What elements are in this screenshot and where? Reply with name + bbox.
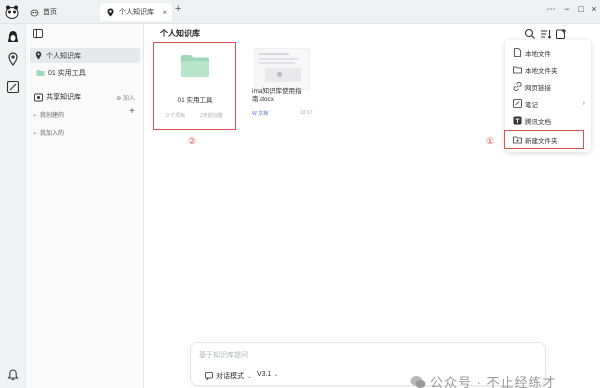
- marker-1: ①: [486, 136, 495, 146]
- sort-icon[interactable]: [540, 28, 552, 40]
- menu-item-label: 笔记: [525, 101, 538, 109]
- menu-item-local-folder[interactable]: 本地文件夹: [505, 62, 591, 77]
- chat-mode-select[interactable]: 对话模式 ⌄: [205, 371, 252, 381]
- my-created-group[interactable]: ⌄ 我创建的: [32, 110, 64, 119]
- model-version-select[interactable]: V3.1 ⌄: [257, 371, 278, 378]
- more-icon[interactable]: ⋯: [544, 4, 558, 15]
- close-tab-icon[interactable]: ×: [162, 8, 167, 17]
- menu-item-note[interactable]: 笔记 ›: [505, 96, 591, 111]
- sidebar-item-label: 01 实用工具: [48, 69, 86, 77]
- model-version-label: V3.1: [257, 371, 272, 378]
- menu-item-local-file[interactable]: 本地文件: [505, 45, 591, 60]
- close-window-icon[interactable]: ×: [587, 4, 600, 14]
- left-rail: [0, 24, 26, 388]
- knowledge-pin-icon[interactable]: [6, 52, 20, 66]
- chevron-down-icon: ⌄: [32, 130, 38, 136]
- search-icon[interactable]: [524, 28, 536, 40]
- title-bar: 首页 个人知识库 × + ⋯ − □ ×: [0, 0, 600, 24]
- new-tab-icon[interactable]: +: [175, 3, 181, 15]
- chevron-down-icon: ⌄: [247, 373, 253, 380]
- add-kb-button[interactable]: +: [129, 106, 135, 117]
- folder-icon: [36, 68, 45, 77]
- menu-item-label: 腾讯文档: [525, 118, 551, 126]
- marker-2: ②: [188, 136, 197, 146]
- minimize-icon[interactable]: −: [560, 4, 574, 14]
- watermark-text: 公众号 · 不止经练才: [430, 375, 557, 388]
- wechat-icon: [410, 375, 426, 388]
- my-joined-label: 我加入的: [40, 131, 65, 137]
- menu-item-tencent-doc[interactable]: 腾讯文档: [505, 113, 591, 128]
- shared-kb-label: 共享知识库: [46, 94, 81, 101]
- chevron-down-icon: ⌄: [32, 112, 38, 118]
- sidebar-item-personal-kb[interactable]: 个人知识库: [30, 48, 140, 63]
- my-created-label: 我创建的: [40, 113, 65, 119]
- chat-mode-label: 对话模式: [216, 373, 244, 380]
- watermark: 公众号 · 不止经练才: [410, 372, 557, 388]
- sidebar-toggle-icon[interactable]: [33, 29, 43, 38]
- chevron-right-icon: ›: [582, 100, 585, 107]
- shared-kb-icon: [34, 93, 43, 101]
- note-icon: [513, 99, 522, 108]
- folder-outline-icon: [513, 65, 522, 74]
- my-joined-group[interactable]: ⌄ 我加入的: [32, 128, 64, 137]
- file-icon: [513, 48, 522, 57]
- tab-home[interactable]: 首页: [24, 3, 98, 21]
- maximize-icon[interactable]: □: [574, 4, 588, 14]
- tab-home-label: 首页: [43, 9, 57, 16]
- page-title: 个人知识库: [160, 29, 200, 38]
- tencent-doc-icon: [513, 116, 522, 125]
- chat-input-placeholder[interactable]: 基于知识库提问: [199, 350, 248, 360]
- menu-item-web-link[interactable]: 网页链接: [505, 79, 591, 94]
- bell-icon[interactable]: [6, 368, 20, 382]
- location-pin-icon: [106, 8, 115, 17]
- app-logo-icon: [5, 5, 19, 19]
- chat-bubble-icon: [205, 372, 213, 380]
- sidebar-item-label: 个人知识库: [46, 52, 81, 60]
- folder-card-highlight: [153, 42, 236, 130]
- link-icon: [513, 82, 522, 91]
- pin-icon: [34, 51, 43, 60]
- menu-item-label: 本地文件: [525, 50, 551, 58]
- add-content-icon[interactable]: [555, 28, 567, 40]
- doc-thumbnail[interactable]: [254, 48, 310, 90]
- tab-personal-kb[interactable]: 个人知识库 ×: [100, 3, 172, 21]
- penguin-avatar-icon[interactable]: [6, 30, 20, 44]
- doc-card-time: 10:17: [300, 110, 313, 116]
- tab-personal-kb-label: 个人知识库: [119, 9, 154, 16]
- doc-card-type: W 文档: [252, 111, 269, 117]
- join-label: 加入: [122, 96, 135, 102]
- edit-icon[interactable]: [6, 80, 20, 94]
- sidebar: 个人知识库 01 实用工具 共享知识库 ⊕ 加入 ⌄ 我创建的 + ⌄ 我加入的: [26, 24, 144, 388]
- join-button[interactable]: ⊕ 加入: [116, 93, 135, 102]
- home-tab-icon: [30, 8, 39, 17]
- new-folder-highlight: [504, 130, 584, 149]
- sidebar-item-folder[interactable]: 01 实用工具: [32, 65, 142, 80]
- menu-item-label: 本地文件夹: [525, 67, 558, 75]
- chevron-down-icon: ⌄: [273, 372, 279, 378]
- doc-card-name[interactable]: ima知识库使用指南.docx: [252, 88, 318, 104]
- menu-item-label: 网页链接: [525, 84, 551, 92]
- shared-kb-heading: 共享知识库: [34, 92, 81, 104]
